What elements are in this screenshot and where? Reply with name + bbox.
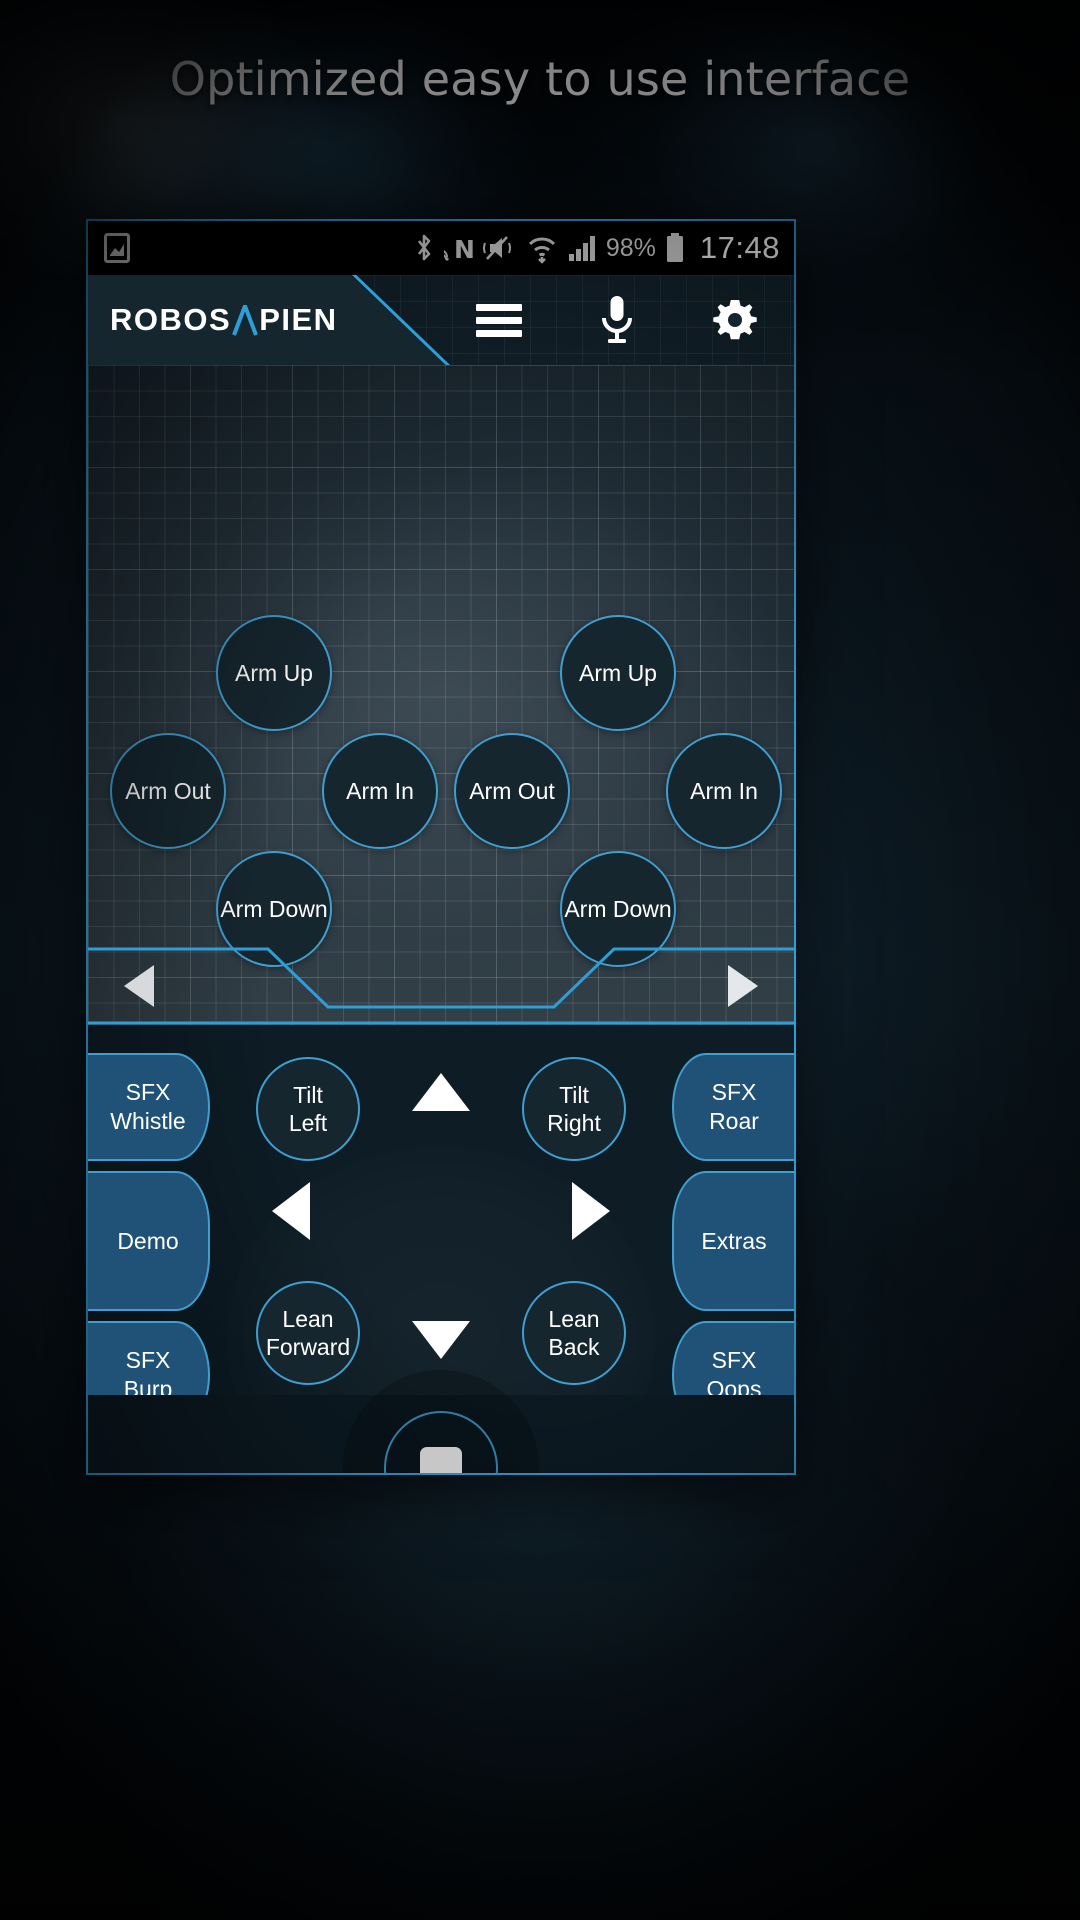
stop-button[interactable]: [343, 1370, 539, 1473]
tilt-left-button[interactable]: Tilt Left: [256, 1057, 360, 1161]
sfx-oops-button[interactable]: SFX Oops: [672, 1321, 794, 1395]
triangle-right-icon: [728, 965, 758, 1007]
tilt-right-button[interactable]: Tilt Right: [522, 1057, 626, 1161]
lean-forward-line1: Lean: [282, 1306, 334, 1332]
triangle-left-icon: [124, 965, 154, 1007]
walk-backward-button[interactable]: [412, 1321, 470, 1359]
logo-text-right: PIEN: [259, 302, 338, 337]
settings-button[interactable]: [676, 275, 794, 365]
sfx-burp-line1: SFX: [125, 1347, 171, 1373]
app-logo: ROBOS PIEN: [110, 300, 338, 338]
sfx-burp-line2: Burp: [123, 1376, 173, 1395]
lean-forward-line2: Forward: [265, 1334, 351, 1360]
tilt-right-line1: Tilt: [559, 1082, 589, 1108]
lean-back-line2: Back: [548, 1334, 600, 1360]
tilt-right-line2: Right: [547, 1110, 601, 1136]
extras-button[interactable]: Extras: [672, 1171, 794, 1311]
demo-label: Demo: [117, 1227, 179, 1254]
next-page-button[interactable]: [634, 947, 794, 1025]
sfx-roar-line1: SFX: [711, 1079, 757, 1105]
sfx-whistle-line1: SFX: [125, 1079, 171, 1105]
sfx-oops-line1: SFX: [711, 1347, 757, 1373]
lean-back-button[interactable]: Lean Back: [522, 1281, 626, 1385]
gear-icon: [713, 300, 757, 340]
tilt-left-line2: Left: [288, 1110, 328, 1136]
turn-right-button[interactable]: [572, 1182, 610, 1240]
sfx-whistle-button[interactable]: SFX Whistle: [88, 1053, 210, 1161]
tilt-left-line1: Tilt: [293, 1082, 323, 1108]
hamburger-icon: [476, 298, 522, 343]
sfx-roar-button[interactable]: SFX Roar: [672, 1053, 794, 1161]
turn-left-button[interactable]: [272, 1182, 310, 1240]
demo-button[interactable]: Demo: [88, 1171, 210, 1311]
menu-button[interactable]: [440, 275, 558, 365]
sfx-roar-line2: Roar: [709, 1108, 759, 1134]
sfx-whistle-line2: Whistle: [110, 1108, 186, 1134]
extras-label: Extras: [701, 1227, 767, 1254]
app-header-bar: ROBOS PIEN: [88, 275, 794, 365]
lean-back-line1: Lean: [548, 1306, 600, 1332]
walk-forward-button[interactable]: [412, 1073, 470, 1111]
microphone-icon: [602, 296, 632, 343]
previous-page-button[interactable]: [88, 947, 248, 1025]
logo-text-left: ROBOS: [110, 302, 232, 337]
lean-forward-button[interactable]: Lean Forward: [256, 1281, 360, 1385]
sfx-oops-line2: Oops: [706, 1376, 762, 1395]
voice-button[interactable]: [558, 275, 676, 365]
header-action-group: [440, 275, 794, 365]
page-navigation-strip: [88, 947, 794, 1025]
logo-chevron-a-icon: [232, 300, 259, 336]
sfx-burp-button[interactable]: SFX Burp: [88, 1321, 210, 1395]
